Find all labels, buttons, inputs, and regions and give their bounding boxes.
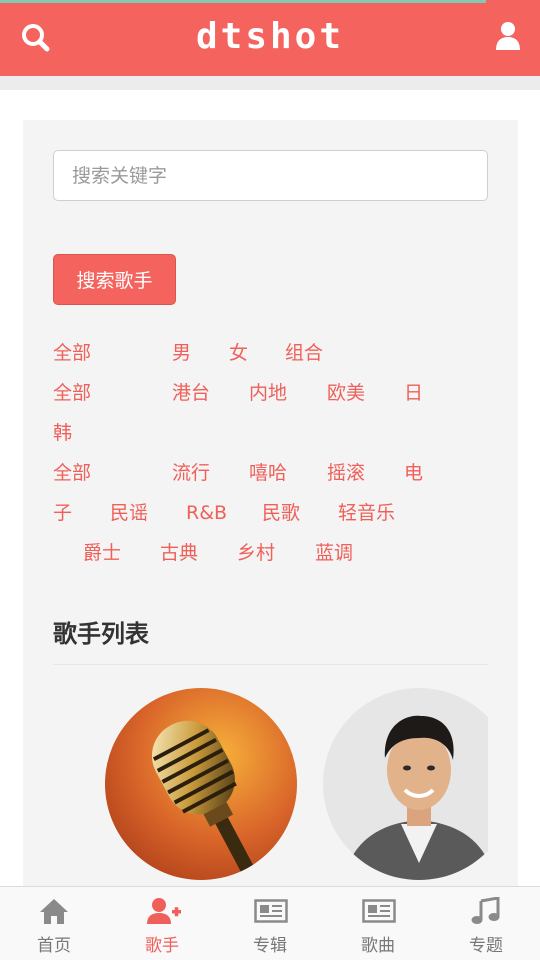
- tab-topics[interactable]: 专题: [432, 887, 540, 960]
- filter-genre-electronic[interactable]: 电: [404, 453, 423, 493]
- music-note-icon: [470, 896, 502, 925]
- filter-genre-all[interactable]: 全部: [53, 453, 91, 493]
- filter-genre-country[interactable]: 乡村: [237, 533, 275, 573]
- search-singer-button[interactable]: 搜索歌手: [53, 254, 176, 305]
- tab-songs-label: 歌曲: [361, 936, 395, 956]
- bottom-tab-bar: 首页 歌手 专辑 歌曲 专题: [0, 886, 540, 960]
- tab-home-label: 首页: [37, 936, 71, 956]
- tab-topics-label: 专题: [469, 936, 503, 956]
- filter-gender-group[interactable]: 组合: [285, 333, 323, 373]
- app-logo[interactable]: dtshot: [0, 16, 540, 57]
- user-icon[interactable]: [490, 18, 526, 54]
- filter-region-japan-korea[interactable]: 日: [404, 373, 423, 413]
- tab-albums[interactable]: 专辑: [216, 887, 324, 960]
- home-icon: [38, 897, 70, 925]
- filter-genre-light-music[interactable]: 轻音乐: [338, 493, 395, 533]
- tab-albums-label: 专辑: [253, 936, 287, 956]
- filter-genre-hiphop[interactable]: 嘻哈: [249, 453, 287, 493]
- filter-gender-all[interactable]: 全部: [53, 333, 91, 373]
- filter-region-western[interactable]: 欧美: [327, 373, 365, 413]
- search-input[interactable]: [53, 150, 488, 201]
- filter-genre-pop[interactable]: 流行: [172, 453, 210, 493]
- header-spacer: [0, 76, 540, 90]
- tab-home[interactable]: 首页: [0, 887, 108, 960]
- app-header: dtshot: [0, 0, 540, 76]
- newspaper-icon: [254, 897, 288, 925]
- filter-genre-rock[interactable]: 摇滚: [327, 453, 365, 493]
- singer-list: [53, 676, 488, 896]
- filter-genre-electronic-wrap[interactable]: 子: [53, 493, 72, 533]
- filter-gender-female[interactable]: 女: [229, 333, 248, 373]
- filter-genre-folk-song[interactable]: 民歌: [262, 493, 300, 533]
- filter-genre-jazz[interactable]: 爵士: [83, 533, 121, 573]
- filter-region-hk-tw[interactable]: 港台: [172, 373, 210, 413]
- newspaper-icon: [362, 897, 396, 925]
- filter-gender-male[interactable]: 男: [172, 333, 191, 373]
- singer-avatar-microphone[interactable]: [105, 688, 297, 880]
- section-divider: [53, 664, 488, 665]
- singer-list-title: 歌手列表: [53, 620, 149, 648]
- filter-region-all[interactable]: 全部: [53, 373, 91, 413]
- add-user-icon: [146, 897, 181, 925]
- singer-avatar-portrait[interactable]: [323, 688, 488, 880]
- tab-singers-label: 歌手: [145, 936, 179, 956]
- tab-songs[interactable]: 歌曲: [324, 887, 432, 960]
- filter-genre-blues[interactable]: 蓝调: [315, 533, 353, 573]
- tab-singers[interactable]: 歌手: [108, 887, 216, 960]
- filter-genre-folk[interactable]: 民谣: [110, 493, 148, 533]
- filter-genre-rnb[interactable]: R&B: [186, 493, 227, 533]
- filter-region-mainland[interactable]: 内地: [249, 373, 287, 413]
- filter-genre-classical[interactable]: 古典: [160, 533, 198, 573]
- filter-region-japan-korea-wrap[interactable]: 韩: [53, 413, 72, 453]
- top-accent-strip: [0, 0, 486, 3]
